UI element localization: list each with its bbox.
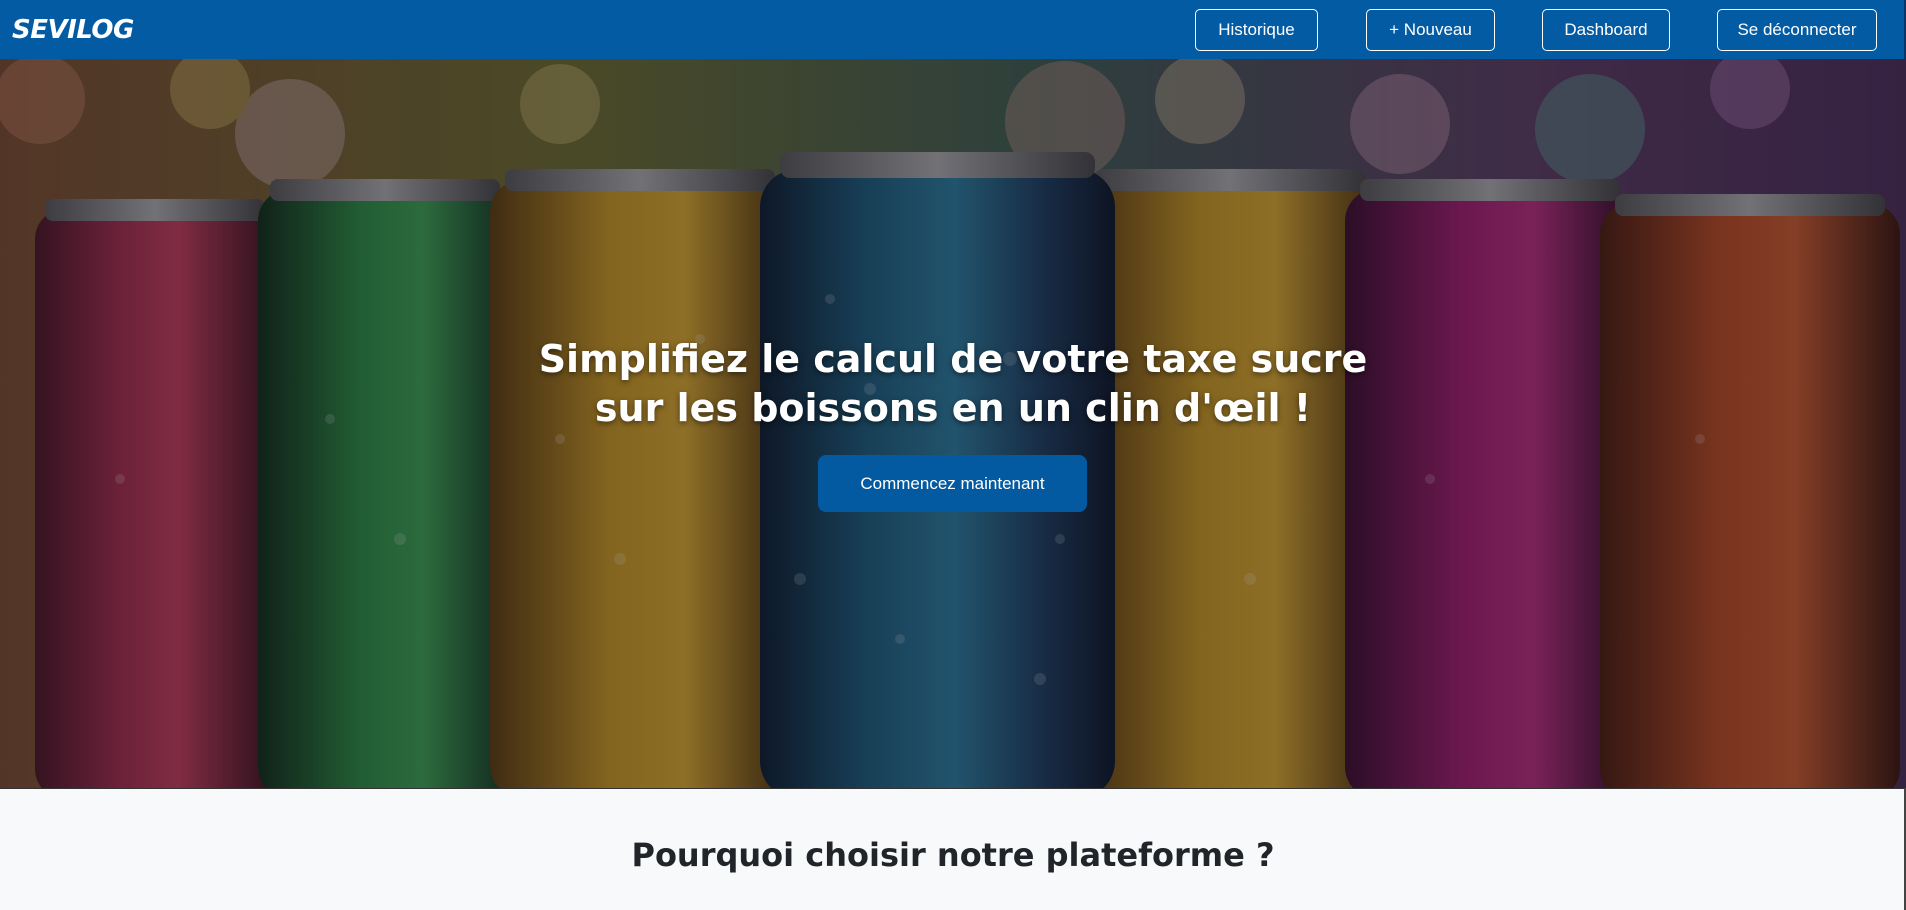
dashboard-button[interactable]: Dashboard xyxy=(1542,9,1670,51)
hero-title-line1: Simplifiez le calcul de votre taxe sucre xyxy=(538,337,1368,381)
logout-button[interactable]: Se déconnecter xyxy=(1717,9,1877,51)
features-section: Pourquoi choisir notre plateforme ? xyxy=(0,788,1906,910)
hero-section: Simplifiez le calcul de votre taxe sucre… xyxy=(0,59,1906,788)
history-button[interactable]: Historique xyxy=(1195,9,1318,51)
features-title: Pourquoi choisir notre plateforme ? xyxy=(631,836,1275,874)
top-navbar: SEVILOG Historique + Nouveau Dashboard S… xyxy=(0,0,1906,59)
new-button[interactable]: + Nouveau xyxy=(1366,9,1495,51)
hero-title-line2: sur les boissons en un clin d'œil ! xyxy=(594,386,1312,430)
hero-title: Simplifiez le calcul de votre taxe sucre… xyxy=(453,335,1453,433)
brand-logo[interactable]: SEVILOG xyxy=(12,14,134,46)
get-started-button[interactable]: Commencez maintenant xyxy=(818,455,1087,512)
